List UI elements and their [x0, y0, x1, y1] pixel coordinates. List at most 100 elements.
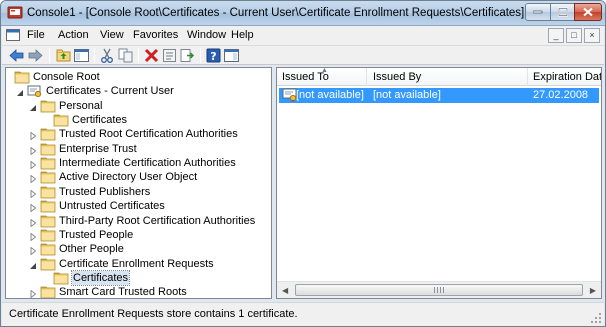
- copy-icon[interactable]: [117, 47, 134, 64]
- tree-item-third-party-root-ca[interactable]: Third-Party Root Certification Authoriti…: [6, 214, 271, 228]
- folder-icon: [40, 99, 56, 113]
- tree-item-certificate-enrollment-requests[interactable]: Certificate Enrollment Requests: [6, 257, 271, 271]
- tree-item-label: Console Root: [33, 71, 100, 83]
- svg-text:?: ?: [210, 50, 216, 63]
- expand-icon[interactable]: [29, 202, 37, 213]
- tree-item-trusted-people[interactable]: Trusted People: [6, 228, 271, 242]
- delete-icon[interactable]: [143, 47, 160, 64]
- tree-item-label: Certificate Enrollment Requests: [59, 257, 214, 270]
- folder-icon: [40, 156, 56, 170]
- cut-icon[interactable]: [99, 47, 116, 64]
- show-hide-action-pane-icon[interactable]: [223, 47, 240, 64]
- console-tree[interactable]: Console Root Certificates - Current User P…: [5, 67, 272, 299]
- tree-item-trusted-publishers[interactable]: Trusted Publishers: [6, 185, 271, 199]
- tree-item-label: Trusted People: [59, 228, 134, 241]
- menu-file[interactable]: File: [27, 29, 45, 41]
- cell-expiration-date: 27.02.2008: [533, 89, 589, 101]
- help-icon[interactable]: ?: [205, 47, 222, 64]
- expand-icon[interactable]: [29, 173, 37, 184]
- tree-item-label: Trusted Root Certification Authorities: [59, 128, 238, 141]
- expand-icon[interactable]: [29, 245, 37, 256]
- forward-icon[interactable]: [27, 47, 44, 64]
- tree-item-label: Trusted Publishers: [59, 185, 151, 198]
- cell-issued-by: [not available]: [373, 89, 441, 101]
- tree-item-enterprise-trust[interactable]: Enterprise Trust: [6, 142, 271, 156]
- tree-item-label: Smart Card Trusted Roots: [59, 286, 187, 299]
- mdi-restore-button[interactable]: □: [566, 28, 582, 43]
- expand-icon[interactable]: [29, 145, 37, 156]
- folder-icon: [53, 271, 69, 285]
- tree-item-enrollment-certificates[interactable]: Certificates: [6, 269, 271, 286]
- results-list[interactable]: Issued To ▲ Issued By Expiration Date [n…: [276, 67, 602, 299]
- menu-favorites[interactable]: Favorites: [133, 29, 178, 41]
- toolbar: ?: [2, 46, 604, 65]
- folder-icon: [53, 113, 69, 127]
- tree-item-label: Active Directory User Object: [59, 171, 198, 184]
- menu-help[interactable]: Help: [231, 29, 254, 41]
- column-expiration-date[interactable]: Expiration Date: [533, 71, 601, 83]
- maximize-button[interactable]: [550, 3, 575, 21]
- collapse-icon[interactable]: [29, 102, 37, 111]
- tree-item-untrusted-certificates[interactable]: Untrusted Certificates: [6, 199, 271, 213]
- tree-item-other-people[interactable]: Other People: [6, 242, 271, 256]
- show-hide-tree-icon[interactable]: [73, 47, 90, 64]
- expand-icon[interactable]: [29, 130, 37, 141]
- scroll-right-icon[interactable]: ▶: [590, 286, 596, 295]
- tree-item-label: Third-Party Root Certification Authoriti…: [59, 214, 256, 227]
- document-menu-icon[interactable]: [6, 29, 20, 42]
- folder-icon: [40, 142, 56, 156]
- properties-icon[interactable]: [161, 47, 178, 64]
- sort-ascending-icon: ▲: [321, 67, 328, 74]
- scroll-left-icon[interactable]: ◀: [282, 286, 288, 295]
- tree-item-label: Untrusted Certificates: [59, 200, 165, 213]
- mmc-console-icon[interactable]: [7, 6, 23, 20]
- close-button[interactable]: [574, 3, 602, 21]
- folder-icon: [40, 257, 56, 271]
- tree-item-label: Certificates - Current User: [46, 85, 174, 98]
- menu-action[interactable]: Action: [58, 29, 89, 41]
- folder-icon: [40, 214, 56, 228]
- expand-icon[interactable]: [29, 188, 37, 199]
- expand-icon[interactable]: [29, 288, 37, 298]
- tree-item-certificates-current-user[interactable]: Certificates - Current User: [6, 84, 271, 98]
- scrollbar-thumb[interactable]: [295, 284, 583, 296]
- mdi-minimize-button[interactable]: _: [548, 28, 564, 43]
- collapse-icon[interactable]: [29, 260, 37, 269]
- up-folder-icon[interactable]: [55, 47, 72, 64]
- tree-item-label: Intermediate Certification Authorities: [59, 157, 236, 170]
- horizontal-scrollbar[interactable]: ◀ ▶: [277, 281, 601, 298]
- folder-icon: [40, 285, 56, 298]
- tree-item-label: Certificates: [70, 269, 131, 286]
- folder-icon: [40, 127, 56, 141]
- tree-item-label: Other People: [59, 243, 124, 256]
- tree-item-label: Personal: [59, 99, 103, 112]
- tree-item-personal-certificates[interactable]: Certificates: [6, 113, 271, 127]
- title-bar[interactable]: Console1 - [Console Root\Certificates - …: [1, 1, 605, 26]
- tree-item-personal[interactable]: Personal: [6, 99, 271, 113]
- minimize-button[interactable]: [525, 3, 551, 21]
- folder-icon: [40, 199, 56, 213]
- expand-icon[interactable]: [29, 231, 37, 242]
- tree-item-console-root[interactable]: Console Root: [6, 70, 271, 84]
- menu-window[interactable]: Window: [187, 29, 226, 41]
- menu-bar: File Action View Favorites Window Help _…: [2, 26, 604, 46]
- tree-item-intermediate-ca[interactable]: Intermediate Certification Authorities: [6, 156, 271, 170]
- export-list-icon[interactable]: [179, 47, 196, 64]
- mdi-close-button[interactable]: ×: [584, 28, 600, 43]
- tree-item-active-directory-user-object[interactable]: Active Directory User Object: [6, 170, 271, 184]
- tree-item-trusted-root-ca[interactable]: Trusted Root Certification Authorities: [6, 127, 271, 141]
- menu-view[interactable]: View: [100, 29, 124, 41]
- expand-icon[interactable]: [29, 159, 37, 170]
- tree-item-smart-card-trusted-roots[interactable]: Smart Card Trusted Roots: [6, 285, 271, 299]
- column-issued-by[interactable]: Issued By: [373, 71, 421, 83]
- list-item[interactable]: [not available] [not available] 27.02.20…: [279, 88, 599, 103]
- resize-grip-icon[interactable]: [590, 312, 602, 324]
- folder-icon: [40, 185, 56, 199]
- folder-icon: [14, 70, 30, 84]
- folder-icon: [40, 242, 56, 256]
- mmc-window: Console1 - [Console Root\Certificates - …: [0, 0, 606, 327]
- folder-icon: [40, 228, 56, 242]
- back-icon[interactable]: [8, 47, 25, 64]
- expand-icon[interactable]: [29, 217, 37, 228]
- collapse-icon[interactable]: [16, 87, 24, 97]
